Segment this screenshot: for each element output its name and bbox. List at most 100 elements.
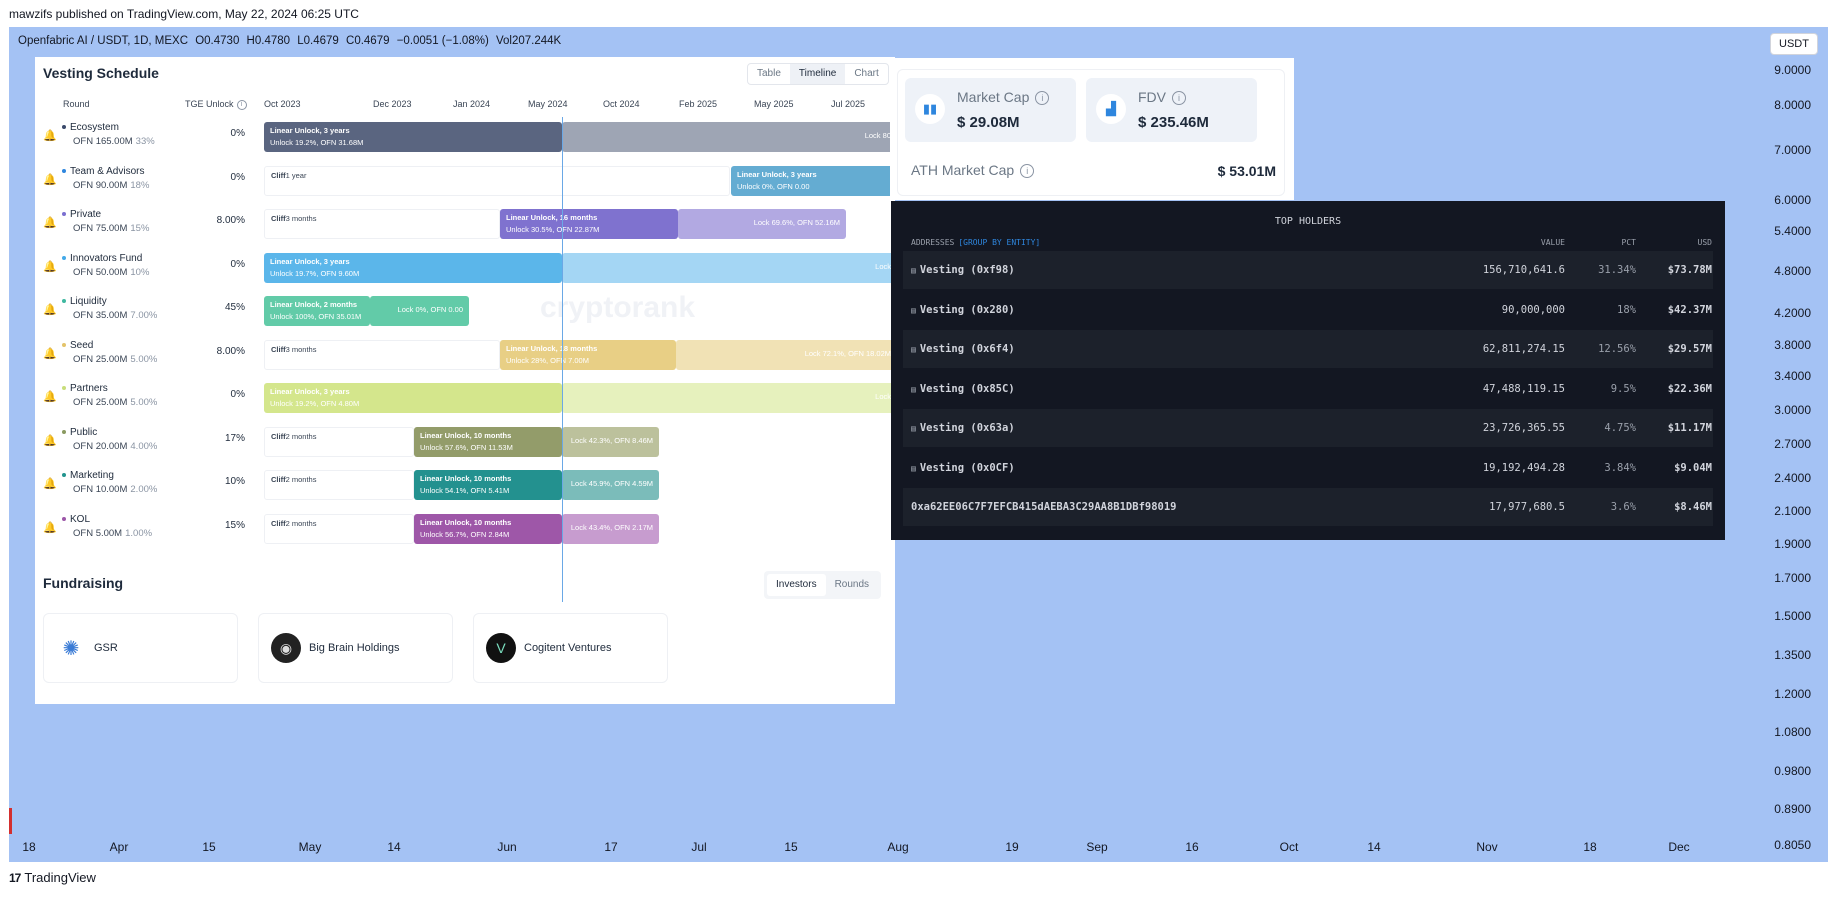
tradingview-logo[interactable]: 17 TradingView	[9, 870, 96, 885]
round-name-text: Marketing	[70, 470, 114, 481]
bell-icon[interactable]: 🔔	[43, 129, 57, 142]
cliff-segment[interactable]: Cliff3 months	[264, 339, 500, 370]
tab-investors[interactable]: Investors	[767, 574, 826, 596]
time-tick-label: Dec	[1668, 840, 1690, 854]
info-icon[interactable]: i	[1172, 91, 1186, 106]
holder-usd: $42.37M	[1667, 303, 1712, 316]
holder-pct: 3.84%	[1604, 461, 1636, 474]
cliff-segment[interactable]: Cliff2 months	[264, 513, 414, 544]
unlock-segment[interactable]: Linear Unlock, 18 months Unlock 28%, OFN …	[500, 339, 676, 370]
segment-detail: Unlock 56.7%, OFN 2.84M	[420, 529, 510, 539]
bell-icon[interactable]: 🔔	[43, 303, 57, 316]
unlock-segment[interactable]: Linear Unlock, 3 years Unlock 0%, OFN 0.0…	[731, 165, 897, 196]
lock-segment[interactable]: Lock 43.4%, OFN 2.17M	[562, 513, 659, 544]
tab-chart[interactable]: Chart	[845, 64, 887, 84]
holder-row[interactable]: ▤ Vesting (0x280) 90,000,000 18% $42.37M	[903, 291, 1713, 329]
holder-pct: 9.5%	[1610, 382, 1636, 395]
lock-segment[interactable]: Lock 72.1%, OFN 18.02M	[676, 339, 897, 370]
low-value: L0.4679	[297, 35, 339, 47]
unlock-segment[interactable]: Linear Unlock, 10 months Unlock 54.1%, OF…	[414, 470, 562, 500]
investor-card-big-brain[interactable]: ◉ Big Brain Holdings	[258, 613, 453, 683]
bell-icon[interactable]: 🔔	[43, 390, 57, 403]
price-marker	[9, 808, 12, 834]
lock-segment[interactable]: Lock	[562, 383, 897, 413]
lock-segment[interactable]: Lock 45.9%, OFN 4.59M	[562, 470, 659, 500]
cliff-segment[interactable]: Cliff1 year	[264, 165, 730, 196]
tge-unlock-value: 0%	[230, 389, 245, 400]
round-name: Marketing	[62, 470, 114, 481]
lock-segment[interactable]: Lock 0%, OFN 0.00	[370, 296, 469, 326]
holder-row[interactable]: ▤ Vesting (0x6f4) 62,811,274.15 12.56% $29.5…	[903, 330, 1713, 368]
group-by-entity-link[interactable]: [GROUP BY ENTITY]	[958, 238, 1040, 247]
cliff-segment[interactable]: Cliff2 months	[264, 470, 414, 500]
holder-row[interactable]: ▤ Vesting (0xf98) 156,710,641.6 31.34% $73.7…	[903, 251, 1713, 289]
bell-icon[interactable]: 🔔	[43, 434, 57, 447]
unlock-segment[interactable]: Linear Unlock, 10 months Unlock 56.7%, OF…	[414, 513, 562, 544]
investor-card-gsr[interactable]: ✺ GSR	[43, 613, 238, 683]
document-icon: ▤	[911, 384, 916, 394]
holder-value: 47,488,119.15	[1482, 382, 1565, 395]
document-icon: ▤	[911, 424, 916, 433]
segment-title: Lock 0%, OFN 0.00	[397, 305, 463, 314]
round-percent: 10%	[130, 266, 150, 278]
segment-detail: Unlock 19.7%, OFN 9.60M	[270, 268, 360, 278]
unlock-segment[interactable]: Linear Unlock, 3 years Unlock 19.7%, OFN …	[264, 252, 562, 283]
holder-row[interactable]: 0xa62EE06C7F7EFCB415dAEBA3C29AA8B1DBf980…	[903, 488, 1713, 526]
holder-row[interactable]: ▤ Vesting (0x63a) 23,726,365.55 4.75% $11.17…	[903, 409, 1713, 447]
round-name: Team & Advisors	[62, 166, 144, 177]
lock-segment[interactable]: Lock 80	[562, 122, 897, 152]
big-brain-logo-icon: ◉	[271, 633, 301, 663]
info-icon[interactable]: i	[1035, 91, 1050, 106]
unlock-segment[interactable]: Linear Unlock, 16 months Unlock 30.5%, OF…	[500, 209, 678, 239]
bell-icon[interactable]: 🔔	[43, 477, 57, 490]
time-tick-label: 19	[1005, 840, 1019, 854]
bell-icon[interactable]: 🔔	[43, 216, 57, 229]
holder-name: ▤ Vesting (0x280)	[911, 304, 1015, 316]
round-percent: 5.00%	[130, 353, 158, 365]
round-color-dot	[62, 255, 66, 260]
currency-button[interactable]: USDT	[1770, 33, 1818, 55]
cliff-segment[interactable]: Cliff2 months	[264, 426, 414, 457]
bell-icon[interactable]: 🔔	[43, 173, 57, 186]
segment-detail: 2 months	[285, 475, 317, 484]
segment-detail: Unlock 28%, OFN 7.00M	[506, 355, 589, 365]
bell-icon[interactable]: 🔔	[43, 521, 57, 534]
bell-icon[interactable]: 🔔	[43, 260, 57, 273]
segment-title: Linear Unlock, 10 months	[420, 430, 512, 440]
price-axis[interactable]: 9.0000 8.0000 7.0000 6.0000 5.4000 4.8000 4.20…	[1745, 60, 1825, 852]
price-tick-label: 3.4000	[1774, 369, 1811, 383]
info-icon[interactable]: i	[1020, 164, 1035, 179]
time-axis[interactable]: 18 Apr 15 May 14 Jun 17 Jul 15 Aug 19 Sep 16 Oct 14 Nov…	[9, 838, 1749, 858]
holder-row[interactable]: ▤ Vesting (0x85C) 47,488,119.15 9.5% $22.36M	[903, 370, 1713, 408]
cliff-segment[interactable]: Cliff3 months	[264, 209, 500, 239]
info-icon[interactable]: i	[236, 99, 247, 110]
segment-title: Linear Unlock, 18 months	[506, 343, 598, 353]
holder-usd: $8.46M	[1674, 501, 1712, 513]
tab-rounds[interactable]: Rounds	[826, 574, 878, 596]
unlock-segment[interactable]: Linear Unlock, 2 months Unlock 100%, OFN …	[264, 296, 370, 326]
unlock-segment[interactable]: Linear Unlock, 10 months Unlock 57.6%, OF…	[414, 426, 562, 457]
market-cap-panel: ▮▮ Market Cap i $ 29.08M ▟ FDV i $ 235.46M…	[890, 58, 1294, 200]
tge-unlock-value: 0%	[230, 171, 245, 183]
time-tick-label: May	[298, 840, 322, 854]
tab-table[interactable]: Table	[748, 64, 790, 84]
tradingview-logo-icon: 17	[9, 870, 21, 885]
lock-segment[interactable]: Lock	[562, 252, 897, 283]
tab-timeline[interactable]: Timeline	[789, 64, 846, 84]
investor-card-cogitent[interactable]: V Cogitent Ventures	[473, 613, 668, 683]
unlock-segment[interactable]: Linear Unlock, 3 years Unlock 19.2%, OFN …	[264, 383, 562, 413]
lock-segment[interactable]: Lock 42.3%, OFN 8.46M	[562, 426, 659, 457]
segment-title: Linear Unlock, 10 months	[420, 517, 512, 527]
segment-detail: Unlock 100%, OFN 35.01M	[270, 312, 362, 321]
holder-row[interactable]: ▤ Vesting (0x0CF) 19,192,494.28 3.84% $9.04M	[903, 449, 1713, 487]
ath-value: $ 53.01M	[1217, 163, 1276, 179]
unlock-segment[interactable]: Linear Unlock, 3 years Unlock 19.2%, OFN …	[264, 122, 562, 152]
market-cap-label-text: Market Cap	[957, 89, 1030, 105]
round-allocation: OFN 20.00M 4.00%	[73, 441, 157, 452]
round-name-text: Innovators Fund	[70, 252, 143, 264]
lock-segment[interactable]: Lock 69.6%, OFN 52.16M	[678, 209, 846, 239]
round-percent: 7.00%	[130, 310, 158, 321]
bell-icon[interactable]: 🔔	[43, 347, 57, 360]
round-color-dot	[62, 386, 66, 391]
price-tick-label: 6.0000	[1774, 193, 1811, 207]
